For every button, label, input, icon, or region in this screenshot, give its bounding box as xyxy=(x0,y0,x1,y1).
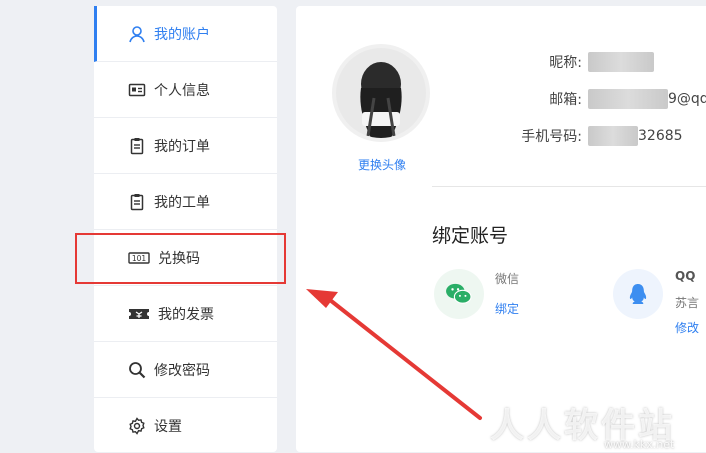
search-key-icon xyxy=(128,361,146,379)
sidebar-item-label: 个人信息 xyxy=(154,82,210,99)
sidebar: 我的账户 个人信息 我的订单 我的工单 101 兑换码 我的发票 修改密码 设置 xyxy=(94,6,277,452)
bind-accounts-title: 绑定账号 xyxy=(432,225,509,247)
sidebar-item-label: 修改密码 xyxy=(154,362,210,379)
wechat-icon xyxy=(434,269,484,319)
gear-icon xyxy=(128,417,146,435)
ticket-icon xyxy=(128,305,150,323)
phone-value: 32685 xyxy=(588,126,683,146)
email-row: 邮箱: 9@qq xyxy=(520,89,706,109)
blurred-text xyxy=(588,126,638,146)
phone-row: 手机号码: 32685 xyxy=(500,126,683,146)
sidebar-item-change-password[interactable]: 修改密码 xyxy=(94,342,277,398)
avatar xyxy=(332,44,430,142)
highlight-box xyxy=(75,233,286,284)
clipboard-icon xyxy=(128,193,146,211)
qq-username: 苏言 xyxy=(675,296,700,310)
sidebar-item-personal-info[interactable]: 个人信息 xyxy=(94,62,277,118)
qq-modify-link[interactable]: 修改 xyxy=(675,319,699,336)
user-icon xyxy=(128,25,146,43)
email-label: 邮箱: xyxy=(549,92,582,108)
clipboard-icon xyxy=(128,137,146,155)
nickname-label: 昵称: xyxy=(549,55,582,71)
qq-icon xyxy=(613,269,663,319)
blurred-text xyxy=(588,89,668,109)
sidebar-item-my-orders[interactable]: 我的订单 xyxy=(94,118,277,174)
divider xyxy=(432,186,706,187)
sidebar-item-label: 我的工单 xyxy=(154,194,210,211)
change-avatar-link[interactable]: 更换头像 xyxy=(340,156,424,173)
nickname-row: 昵称: xyxy=(520,52,654,72)
id-card-icon xyxy=(128,81,146,99)
phone-label: 手机号码: xyxy=(521,129,582,145)
sidebar-item-label: 我的账户 xyxy=(154,26,210,43)
sidebar-item-my-tickets[interactable]: 我的工单 xyxy=(94,174,277,230)
wechat-name: 微信 xyxy=(495,272,520,286)
qq-name: QQ xyxy=(675,269,696,283)
sidebar-item-label: 我的发票 xyxy=(158,306,214,323)
nickname-value xyxy=(588,52,654,72)
sidebar-item-my-account[interactable]: 我的账户 xyxy=(94,6,277,62)
watermark-url: www.kkx.net xyxy=(604,438,675,451)
email-value: 9@qq xyxy=(588,89,706,109)
sidebar-item-label: 设置 xyxy=(154,419,182,435)
sidebar-item-label: 我的订单 xyxy=(154,138,210,155)
sidebar-item-settings[interactable]: 设置 xyxy=(94,398,277,453)
sidebar-item-my-invoices[interactable]: 我的发票 xyxy=(94,286,277,342)
wechat-bind-link[interactable]: 绑定 xyxy=(495,300,519,317)
blurred-text xyxy=(588,52,654,72)
